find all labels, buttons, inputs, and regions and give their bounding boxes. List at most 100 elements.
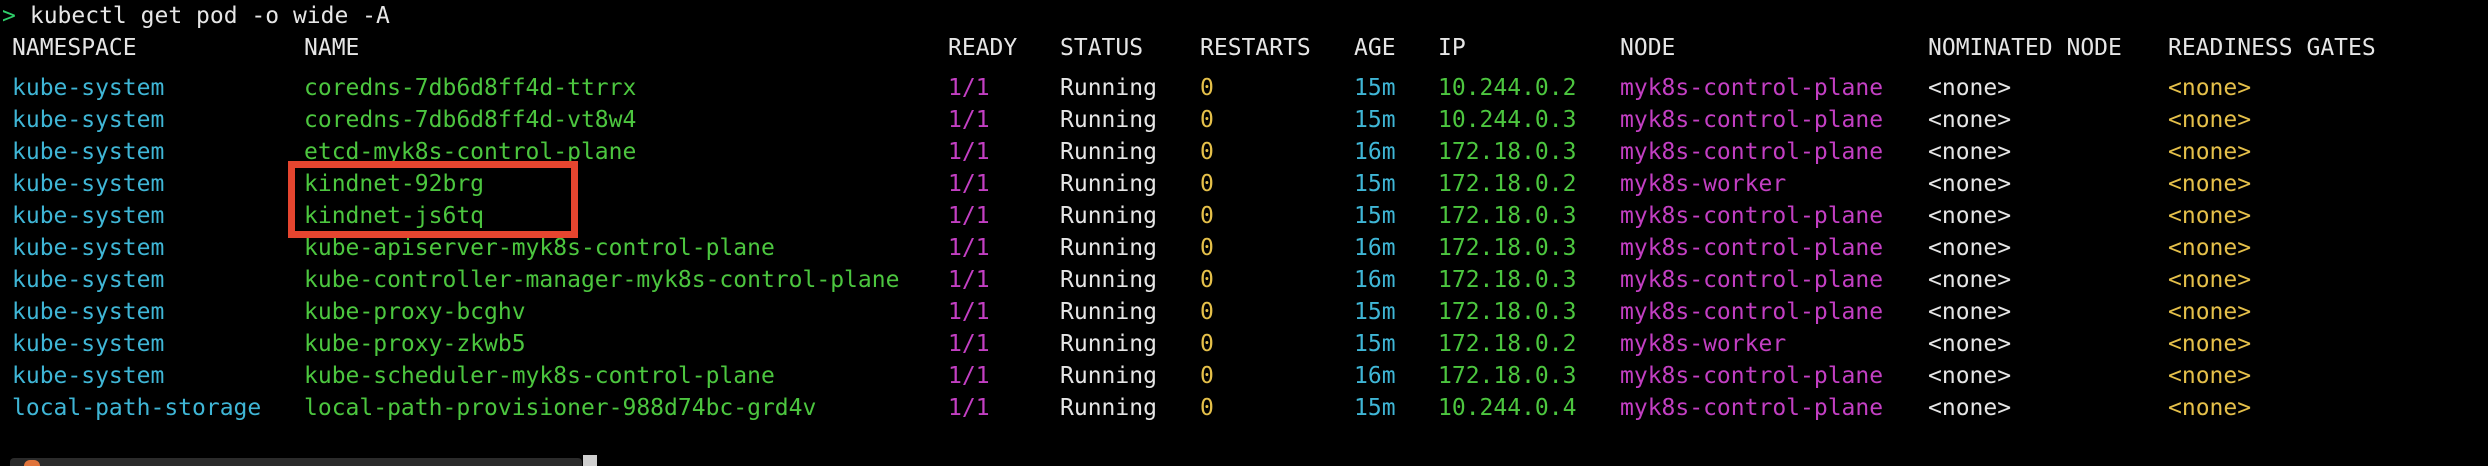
cell-nominated: <none> bbox=[1928, 363, 2012, 389]
cell-age: 15m bbox=[1354, 75, 1396, 101]
cell-restarts: 0 bbox=[1200, 363, 1214, 389]
header-age: AGE bbox=[1354, 35, 1396, 61]
cell-gates: <none> bbox=[2168, 107, 2252, 133]
terminal-cursor bbox=[583, 455, 597, 466]
cell-gates: <none> bbox=[2168, 171, 2252, 197]
cell-nominated: <none> bbox=[1928, 75, 2012, 101]
table-row: kube-system kindnet-92brg 1/1 Running 0 15m 17… bbox=[0, 168, 2488, 200]
cell-namespace: kube-system bbox=[12, 331, 165, 357]
cell-namespace: kube-system bbox=[12, 299, 165, 325]
cell-status: Running bbox=[1060, 331, 1157, 357]
cell-namespace: kube-system bbox=[12, 171, 165, 197]
cell-ready: 1/1 bbox=[948, 203, 990, 229]
cell-ready: 1/1 bbox=[948, 235, 990, 261]
cell-status: Running bbox=[1060, 267, 1157, 293]
cell-ip: 172.18.0.3 bbox=[1438, 299, 1577, 325]
cell-nominated: <none> bbox=[1928, 267, 2012, 293]
cell-age: 16m bbox=[1354, 267, 1396, 293]
cell-ip: 172.18.0.2 bbox=[1438, 331, 1577, 357]
cell-status: Running bbox=[1060, 139, 1157, 165]
cell-name: kube-proxy-zkwb5 bbox=[304, 331, 526, 357]
cell-restarts: 0 bbox=[1200, 395, 1214, 421]
table-row: kube-system kube-controller-manager-myk8s… bbox=[0, 264, 2488, 296]
cell-node: myk8s-control-plane bbox=[1620, 299, 1884, 325]
cell-ip: 172.18.0.3 bbox=[1438, 235, 1577, 261]
cell-node: myk8s-worker bbox=[1620, 331, 1787, 357]
cell-age: 15m bbox=[1354, 203, 1396, 229]
cell-node: myk8s-control-plane bbox=[1620, 75, 1884, 101]
table-row: local-path-storage local-path-provisioner… bbox=[0, 392, 2488, 424]
cell-age: 16m bbox=[1354, 363, 1396, 389]
cell-ready: 1/1 bbox=[948, 299, 990, 325]
cell-ready: 1/1 bbox=[948, 139, 990, 165]
command-line: > kubectl get pod -o wide -A bbox=[0, 0, 2488, 32]
cell-gates: <none> bbox=[2168, 139, 2252, 165]
cell-name: etcd-myk8s-control-plane bbox=[304, 139, 637, 165]
cell-age: 15m bbox=[1354, 395, 1396, 421]
command-text: kubectl get pod -o wide -A bbox=[16, 3, 390, 29]
cell-ready: 1/1 bbox=[948, 363, 990, 389]
cell-namespace: local-path-storage bbox=[12, 395, 262, 421]
cell-ip: 10.244.0.2 bbox=[1438, 75, 1577, 101]
cell-ready: 1/1 bbox=[948, 107, 990, 133]
table-row: kube-system coredns-7db6d8ff4d-ttrrx 1/1 Ru… bbox=[0, 72, 2488, 104]
table-row: kube-system kube-apiserver-myk8s-control-… bbox=[0, 232, 2488, 264]
cell-restarts: 0 bbox=[1200, 107, 1214, 133]
cell-name: kube-scheduler-myk8s-control-plane bbox=[304, 363, 775, 389]
cell-gates: <none> bbox=[2168, 235, 2252, 261]
table-row: kube-system coredns-7db6d8ff4d-vt8w4 1/1 Ru… bbox=[0, 104, 2488, 136]
cell-ready: 1/1 bbox=[948, 171, 990, 197]
cell-ready: 1/1 bbox=[948, 331, 990, 357]
cell-name: coredns-7db6d8ff4d-ttrrx bbox=[304, 75, 637, 101]
header-ready: READY bbox=[948, 35, 1018, 61]
cell-nominated: <none> bbox=[1928, 395, 2012, 421]
cell-node: myk8s-control-plane bbox=[1620, 267, 1884, 293]
cell-nominated: <none> bbox=[1928, 107, 2012, 133]
cell-node: myk8s-control-plane bbox=[1620, 363, 1884, 389]
cell-status: Running bbox=[1060, 235, 1157, 261]
table-row: kube-system kube-proxy-zkwb5 1/1 Running 0 15… bbox=[0, 328, 2488, 360]
cell-node: myk8s-control-plane bbox=[1620, 107, 1884, 133]
cell-nominated: <none> bbox=[1928, 203, 2012, 229]
cell-age: 16m bbox=[1354, 235, 1396, 261]
cell-restarts: 0 bbox=[1200, 267, 1214, 293]
cell-nominated: <none> bbox=[1928, 139, 2012, 165]
cell-ip: 172.18.0.3 bbox=[1438, 203, 1577, 229]
header-namespace: NAMESPACE bbox=[12, 35, 137, 61]
cell-gates: <none> bbox=[2168, 75, 2252, 101]
cell-nominated: <none> bbox=[1928, 299, 2012, 325]
cell-status: Running bbox=[1060, 171, 1157, 197]
table-row: kube-system kindnet-js6tq 1/1 Running 0 15m 17… bbox=[0, 200, 2488, 232]
cell-restarts: 0 bbox=[1200, 331, 1214, 357]
header-ip: IP bbox=[1438, 35, 1466, 61]
cell-node: myk8s-control-plane bbox=[1620, 203, 1884, 229]
terminal-window[interactable]: > kubectl get pod -o wide -A NAMESPACE N… bbox=[0, 0, 2488, 466]
cell-restarts: 0 bbox=[1200, 75, 1214, 101]
cell-status: Running bbox=[1060, 395, 1157, 421]
cell-status: Running bbox=[1060, 363, 1157, 389]
cell-name: kube-controller-manager-myk8s-control-pl… bbox=[304, 267, 900, 293]
cell-gates: <none> bbox=[2168, 395, 2252, 421]
cell-name: kindnet-js6tq bbox=[304, 203, 485, 229]
cell-status: Running bbox=[1060, 299, 1157, 325]
prompt-symbol: > bbox=[2, 3, 16, 29]
cell-name: kube-apiserver-myk8s-control-plane bbox=[304, 235, 775, 261]
cell-ready: 1/1 bbox=[948, 395, 990, 421]
header-nominated-node: NOMINATED NODE bbox=[1928, 35, 2122, 61]
cell-name: kindnet-92brg bbox=[304, 171, 485, 197]
cell-gates: <none> bbox=[2168, 299, 2252, 325]
cell-nominated: <none> bbox=[1928, 171, 2012, 197]
cell-ip: 172.18.0.3 bbox=[1438, 363, 1577, 389]
cell-gates: <none> bbox=[2168, 267, 2252, 293]
cell-namespace: kube-system bbox=[12, 235, 165, 261]
cell-ip: 172.18.0.3 bbox=[1438, 267, 1577, 293]
cell-age: 15m bbox=[1354, 107, 1396, 133]
cell-node: myk8s-control-plane bbox=[1620, 235, 1884, 261]
cell-name: kube-proxy-bcghv bbox=[304, 299, 526, 325]
next-prompt-strip bbox=[10, 458, 582, 466]
cell-age: 15m bbox=[1354, 331, 1396, 357]
cell-nominated: <none> bbox=[1928, 235, 2012, 261]
cell-ready: 1/1 bbox=[948, 75, 990, 101]
cell-gates: <none> bbox=[2168, 331, 2252, 357]
cell-restarts: 0 bbox=[1200, 235, 1214, 261]
